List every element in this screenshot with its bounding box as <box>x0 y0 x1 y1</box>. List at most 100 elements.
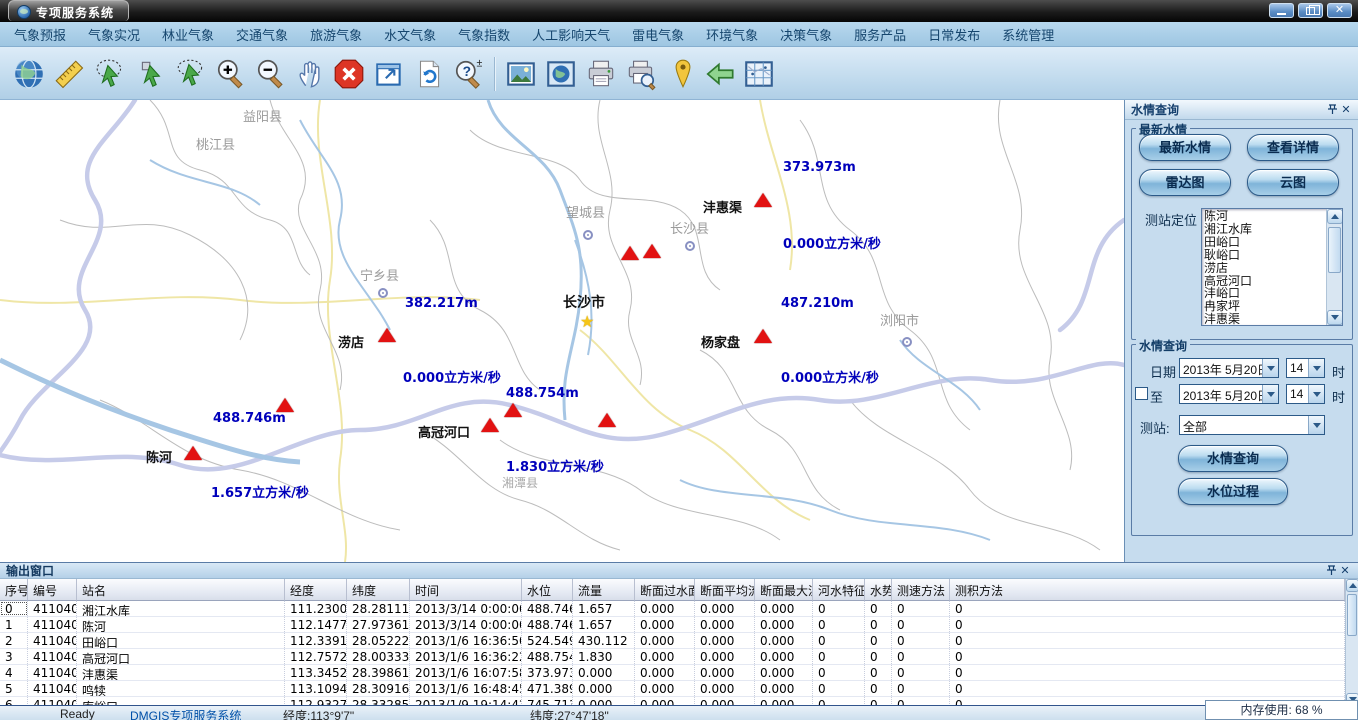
pin-icon[interactable] <box>1324 564 1338 578</box>
minimize-button[interactable] <box>1269 3 1294 18</box>
station-marker-icon[interactable] <box>598 413 616 427</box>
menu-item[interactable]: 林业气象 <box>162 25 214 44</box>
globe-icon[interactable] <box>10 55 48 93</box>
menu-item[interactable]: 决策气象 <box>780 25 832 44</box>
table-scrollbar[interactable] <box>1345 579 1358 706</box>
menu-item[interactable]: 日常发布 <box>928 25 980 44</box>
dropdown-arrow-icon[interactable] <box>1308 385 1324 403</box>
stop-cancel-icon[interactable] <box>330 55 368 93</box>
station-marker-icon[interactable] <box>378 328 396 342</box>
table-row[interactable]: 541104022鸣犊113.10944428.3091672013/1/6 1… <box>0 681 1345 697</box>
station-list-item[interactable]: 涝店 <box>1204 262 1325 275</box>
listbox-scrollbar[interactable] <box>1326 209 1342 325</box>
panel-button[interactable]: 查看详情 <box>1247 134 1339 161</box>
menu-item[interactable]: 气象指数 <box>458 25 510 44</box>
table-column-header[interactable]: 序号 <box>0 579 28 601</box>
measure-ruler-icon[interactable] <box>50 55 88 93</box>
menu-item[interactable]: 人工影响天气 <box>532 25 610 44</box>
zoom-out-icon[interactable] <box>252 55 290 93</box>
hour-from-combo[interactable]: 14 <box>1286 358 1325 378</box>
station-marker-icon[interactable] <box>504 403 522 417</box>
output-close-icon[interactable]: ✕ <box>1338 564 1352 578</box>
scroll-down-icon[interactable] <box>1327 310 1343 325</box>
table-column-header[interactable]: 河水特征码 <box>813 579 865 601</box>
identify-query-icon[interactable]: ?± <box>450 55 488 93</box>
table-column-header[interactable]: 纬度 <box>347 579 410 601</box>
station-marker-icon[interactable] <box>481 418 499 432</box>
print-preview-icon[interactable] <box>622 55 660 93</box>
hour-to-combo[interactable]: 14 <box>1286 384 1325 404</box>
menu-item[interactable]: 雷电气象 <box>632 25 684 44</box>
pin-icon[interactable] <box>1325 103 1339 117</box>
zoom-in-icon[interactable] <box>212 55 250 93</box>
station-list-item[interactable]: 沣惠渠 <box>1204 313 1325 326</box>
output-table[interactable]: 序号编号站名经度纬度时间水位流量断面过水面断面平均流断面最大流河水特征码水势测速… <box>0 579 1345 706</box>
select-arrow-icon[interactable] <box>134 55 172 93</box>
map-window-icon[interactable] <box>542 55 580 93</box>
select-lasso-icon[interactable] <box>172 55 210 93</box>
station-marker-icon[interactable] <box>754 329 772 343</box>
table-column-header[interactable]: 时间 <box>410 579 522 601</box>
station-marker-icon[interactable] <box>643 244 661 258</box>
scroll-thumb[interactable] <box>1347 594 1357 636</box>
table-column-header[interactable]: 测积方法 <box>950 579 1345 601</box>
dropdown-arrow-icon[interactable] <box>1308 359 1324 377</box>
table-column-header[interactable]: 流量 <box>573 579 635 601</box>
dropdown-arrow-icon[interactable] <box>1262 359 1278 377</box>
table-row[interactable]: 241104004田峪口112.33916728.0522222013/1/6 … <box>0 633 1345 649</box>
dropdown-arrow-icon[interactable] <box>1262 385 1278 403</box>
station-list-item[interactable]: 耿峪口 <box>1204 249 1325 262</box>
image-export-icon[interactable] <box>502 55 540 93</box>
date-from-combo[interactable]: 2013年 5月20日 <box>1179 358 1279 378</box>
table-row[interactable]: 341104010高冠河口112.75722228.0033332013/1/6… <box>0 649 1345 665</box>
select-features-circle-icon[interactable] <box>92 55 130 93</box>
water-level-process-button[interactable]: 水位过程 <box>1178 478 1288 505</box>
dropdown-arrow-icon[interactable] <box>1308 416 1324 434</box>
station-select-combo[interactable]: 全部 <box>1179 415 1325 435</box>
to-checkbox[interactable] <box>1135 387 1148 400</box>
table-column-header[interactable]: 断面过水面 <box>635 579 695 601</box>
table-column-header[interactable]: 测速方法 <box>892 579 950 601</box>
restore-button[interactable] <box>1298 3 1323 18</box>
scroll-up-icon[interactable] <box>1346 579 1358 592</box>
export-window-icon[interactable] <box>370 55 408 93</box>
grid-map-icon[interactable] <box>740 55 778 93</box>
station-list-item[interactable]: 田峪口 <box>1204 236 1325 249</box>
menu-item[interactable]: 水文气象 <box>384 25 436 44</box>
refresh-page-icon[interactable] <box>410 55 448 93</box>
table-column-header[interactable]: 站名 <box>77 579 285 601</box>
menu-item[interactable]: 气象预报 <box>14 25 66 44</box>
pan-hand-icon[interactable] <box>292 55 330 93</box>
table-column-header[interactable]: 水势 <box>865 579 892 601</box>
table-column-header[interactable]: 断面平均流 <box>695 579 755 601</box>
menu-item[interactable]: 旅游气象 <box>310 25 362 44</box>
map-canvas[interactable]: 益阳县桃江县望城县长沙县宁乡县浏阳市湘潭县长沙市沣惠渠涝店高冠河口陈河杨家盘37… <box>0 100 1124 562</box>
panel-button[interactable]: 雷达图 <box>1139 169 1231 196</box>
table-row[interactable]: 041104002湘江水库111.23000028.2811112013/3/1… <box>0 601 1345 617</box>
date-to-combo[interactable]: 2013年 5月20日 <box>1179 384 1279 404</box>
panel-button[interactable]: 云图 <box>1247 169 1339 196</box>
menu-item[interactable]: 系统管理 <box>1002 25 1054 44</box>
table-column-header[interactable]: 经度 <box>285 579 347 601</box>
table-column-header[interactable]: 断面最大流 <box>755 579 813 601</box>
table-row[interactable]: 141104002陈河112.14777827.9736112013/3/14 … <box>0 617 1345 633</box>
panel-close-icon[interactable]: ✕ <box>1339 103 1353 117</box>
station-list-item[interactable]: 湘江水库 <box>1204 223 1325 236</box>
station-listbox[interactable]: 陈河湘江水库田峪口耿峪口涝店高冠河口沣峪口冉家坪沣惠渠 <box>1201 208 1343 326</box>
menu-item[interactable]: 交通气象 <box>236 25 288 44</box>
station-marker-icon[interactable] <box>276 398 294 412</box>
water-query-button[interactable]: 水情查询 <box>1178 445 1288 472</box>
scroll-thumb[interactable] <box>1328 227 1341 273</box>
print-icon[interactable] <box>582 55 620 93</box>
menu-item[interactable]: 气象实况 <box>88 25 140 44</box>
station-marker-icon[interactable] <box>754 193 772 207</box>
table-column-header[interactable]: 水位 <box>522 579 573 601</box>
station-marker-icon[interactable] <box>184 446 202 460</box>
station-marker-icon[interactable] <box>621 246 639 260</box>
close-button[interactable]: ✕ <box>1327 3 1352 18</box>
panel-button[interactable]: 最新水情 <box>1139 134 1231 161</box>
table-column-header[interactable]: 编号 <box>28 579 77 601</box>
placemark-pin-icon[interactable] <box>664 55 702 93</box>
station-list-item[interactable]: 陈河 <box>1204 210 1325 223</box>
back-arrow-icon[interactable] <box>702 55 740 93</box>
